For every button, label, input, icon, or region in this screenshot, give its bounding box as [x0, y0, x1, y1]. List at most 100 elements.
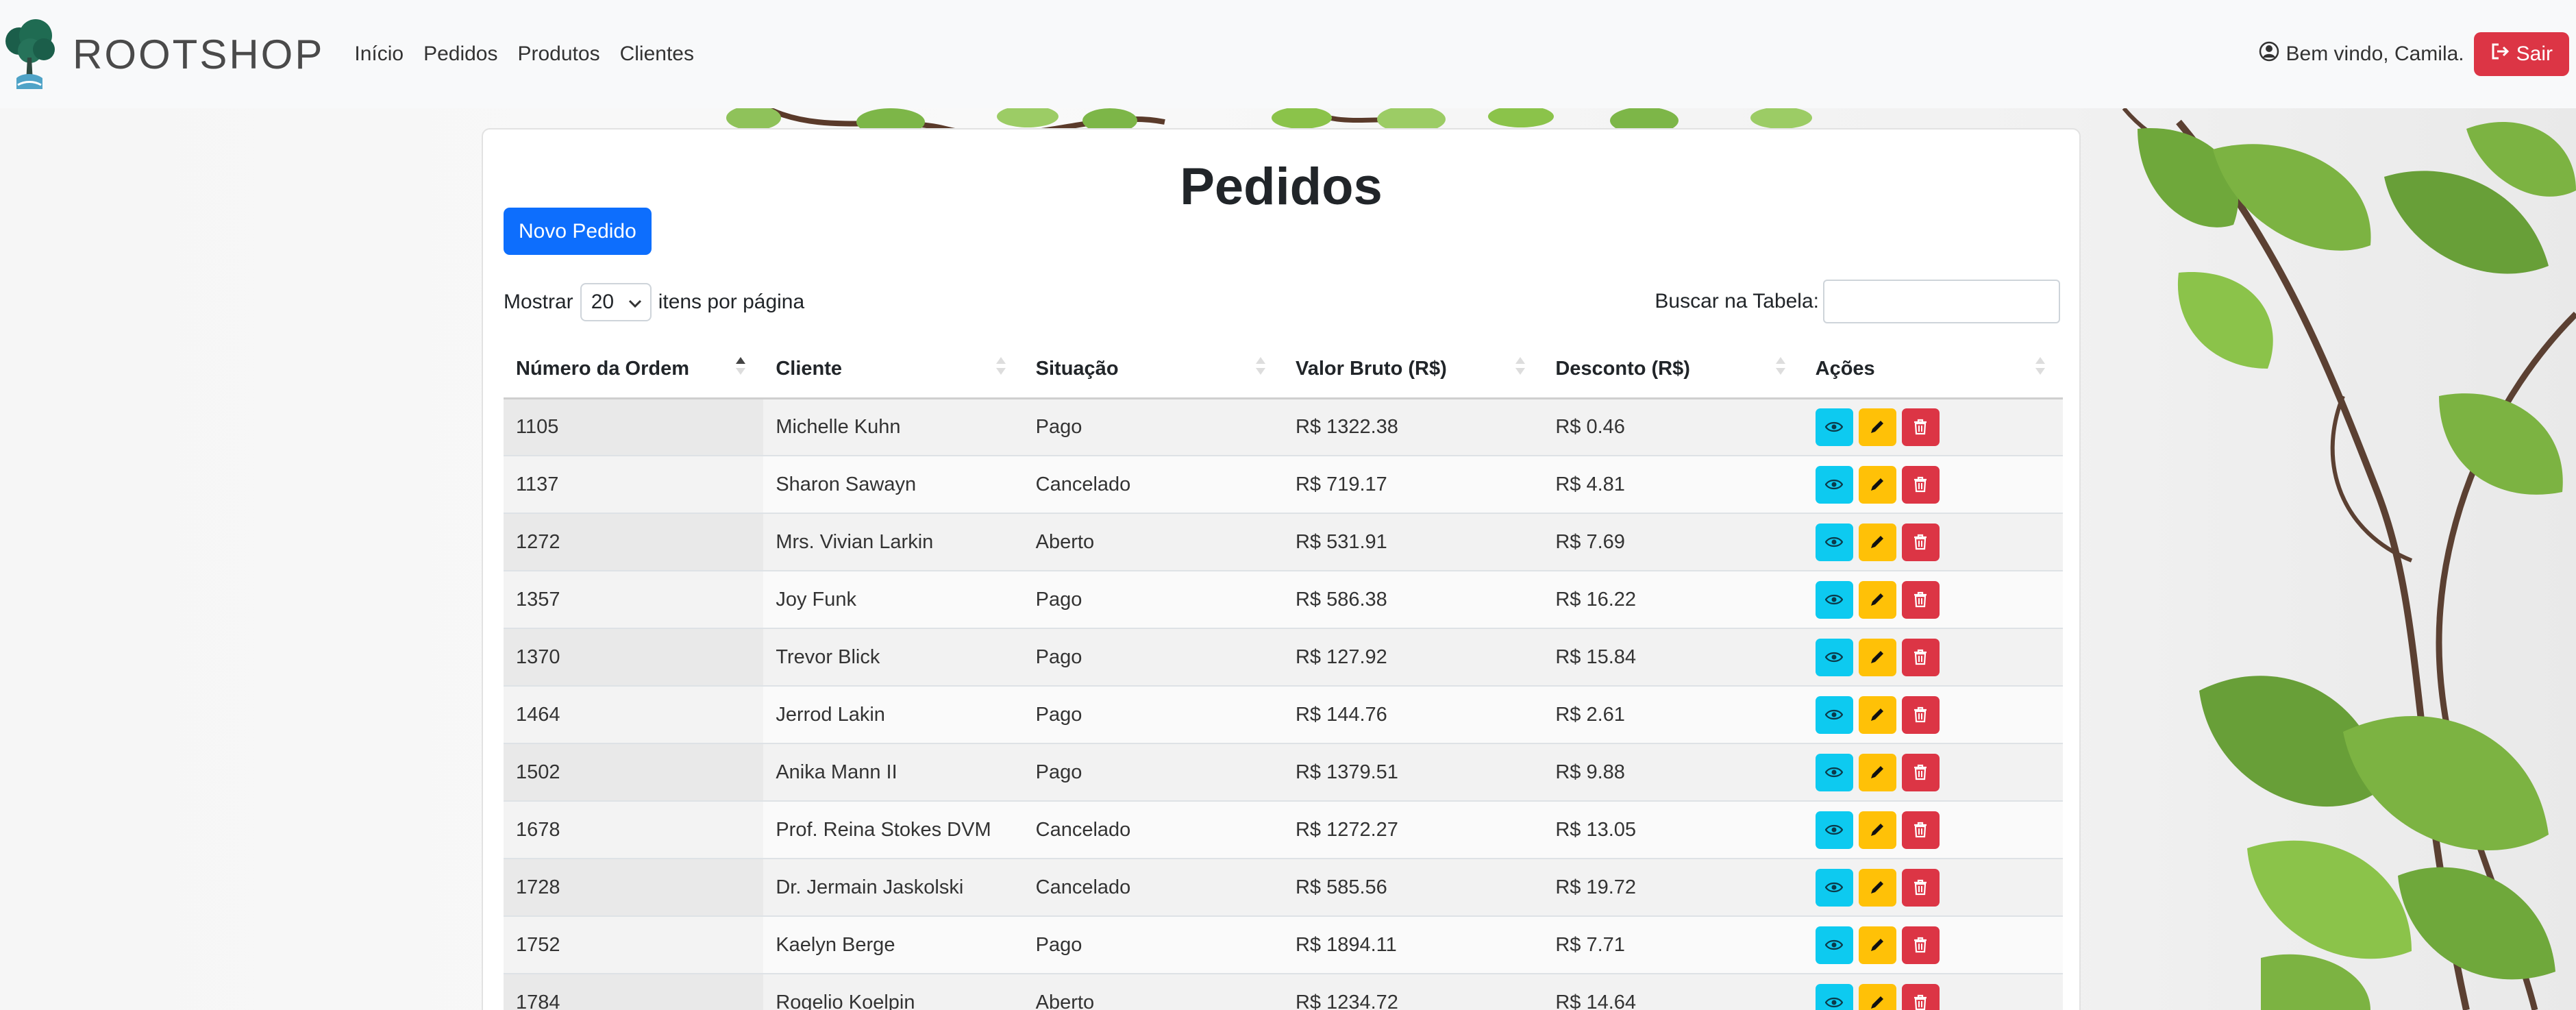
edit-button[interactable] — [1858, 408, 1896, 446]
cell-client: Jerrod Lakin — [763, 686, 1024, 744]
brand[interactable]: ROOTSHOP — [3, 10, 324, 99]
cell-order-number: 1464 — [504, 686, 764, 744]
cell-order-number: 1502 — [504, 743, 764, 802]
edit-button[interactable] — [1858, 868, 1896, 907]
edit-button[interactable] — [1858, 465, 1896, 504]
delete-button[interactable] — [1901, 465, 1940, 504]
cell-order-number: 1137 — [504, 456, 764, 514]
eye-icon — [1825, 652, 1844, 663]
table-row: 1357 Joy Funk Pago R$ 586.38 R$ 16.22 — [504, 571, 2063, 629]
col-header-status[interactable]: Situação — [1023, 341, 1283, 399]
logout-button[interactable]: Sair — [2473, 32, 2569, 76]
delete-button[interactable] — [1901, 638, 1940, 676]
view-button[interactable] — [1815, 811, 1853, 849]
delete-button[interactable] — [1901, 811, 1940, 849]
tree-logo-icon — [3, 10, 56, 99]
edit-button[interactable] — [1858, 983, 1896, 1010]
col-header-actions[interactable]: Ações — [1803, 341, 2063, 399]
view-button[interactable] — [1815, 580, 1853, 619]
view-button[interactable] — [1815, 638, 1853, 676]
edit-button[interactable] — [1858, 753, 1896, 791]
edit-button[interactable] — [1858, 695, 1896, 734]
view-button[interactable] — [1815, 926, 1853, 964]
view-button[interactable] — [1815, 695, 1853, 734]
table-row: 1137 Sharon Sawayn Cancelado R$ 719.17 R… — [504, 456, 2063, 514]
page-length-select[interactable]: 20 — [580, 283, 652, 321]
cell-status: Pago — [1023, 743, 1283, 802]
nav-links: Início Pedidos Produtos Clientes — [354, 42, 714, 66]
view-button[interactable] — [1815, 868, 1853, 907]
cell-order-number: 1728 — [504, 859, 764, 917]
cell-gross-value: R$ 1894.11 — [1283, 916, 1544, 974]
cell-order-number: 1370 — [504, 628, 764, 687]
cell-gross-value: R$ 127.92 — [1283, 628, 1544, 687]
table-row: 1502 Anika Mann II Pago R$ 1379.51 R$ 9.… — [504, 743, 2063, 802]
search-input[interactable] — [1823, 280, 2060, 323]
nav-right: Bem vindo, Camila. Sair — [2259, 32, 2569, 76]
nav-link-clientes[interactable]: Clientes — [620, 42, 694, 66]
view-button[interactable] — [1815, 983, 1853, 1010]
col-header-client[interactable]: Cliente — [763, 341, 1024, 399]
search-label: Buscar na Tabela: — [1655, 290, 1819, 312]
nav-link-inicio[interactable]: Início — [354, 42, 404, 66]
table-header-row: Número da Ordem Cliente Situação Valor B… — [504, 341, 2063, 399]
edit-button[interactable] — [1858, 523, 1896, 561]
cell-discount: R$ 19.72 — [1543, 859, 1803, 917]
table-row: 1105 Michelle Kuhn Pago R$ 1322.38 R$ 0.… — [504, 398, 2063, 456]
sort-icon — [1254, 356, 1267, 382]
table-body: 1105 Michelle Kuhn Pago R$ 1322.38 R$ 0.… — [504, 398, 2063, 1010]
cell-actions — [1803, 801, 2063, 859]
table-row: 1678 Prof. Reina Stokes DVM Cancelado R$… — [504, 801, 2063, 859]
table-row: 1370 Trevor Blick Pago R$ 127.92 R$ 15.8… — [504, 628, 2063, 687]
delete-button[interactable] — [1901, 695, 1940, 734]
cell-status: Cancelado — [1023, 801, 1283, 859]
cell-order-number: 1678 — [504, 801, 764, 859]
trash-icon — [1914, 994, 1927, 1010]
cell-discount: R$ 14.64 — [1543, 974, 1803, 1010]
nav-link-pedidos[interactable]: Pedidos — [423, 42, 497, 66]
delete-button[interactable] — [1901, 580, 1940, 619]
delete-button[interactable] — [1901, 408, 1940, 446]
delete-button[interactable] — [1901, 983, 1940, 1010]
length-prefix: Mostrar — [504, 291, 573, 313]
sort-icon — [1514, 356, 1526, 382]
cell-status: Aberto — [1023, 974, 1283, 1010]
edit-button[interactable] — [1858, 926, 1896, 964]
col-header-order-number[interactable]: Número da Ordem — [504, 341, 764, 399]
new-order-button[interactable]: Novo Pedido — [504, 208, 652, 255]
view-button[interactable] — [1815, 408, 1853, 446]
view-button[interactable] — [1815, 523, 1853, 561]
trash-icon — [1914, 822, 1927, 838]
col-header-gross-value[interactable]: Valor Bruto (R$) — [1283, 341, 1544, 399]
cell-client: Michelle Kuhn — [763, 398, 1024, 456]
col-header-discount[interactable]: Desconto (R$) — [1543, 341, 1803, 399]
edit-button[interactable] — [1858, 580, 1896, 619]
cell-status: Pago — [1023, 398, 1283, 456]
logout-icon — [2490, 42, 2516, 66]
cell-gross-value: R$ 1379.51 — [1283, 743, 1544, 802]
eye-icon — [1825, 594, 1844, 605]
pencil-icon — [1871, 651, 1884, 663]
cell-gross-value: R$ 144.76 — [1283, 686, 1544, 744]
edit-button[interactable] — [1858, 811, 1896, 849]
delete-button[interactable] — [1901, 868, 1940, 907]
delete-button[interactable] — [1901, 753, 1940, 791]
cell-status: Cancelado — [1023, 456, 1283, 514]
nav-link-produtos[interactable]: Produtos — [518, 42, 600, 66]
cell-actions — [1803, 859, 2063, 917]
edit-button[interactable] — [1858, 638, 1896, 676]
delete-button[interactable] — [1901, 926, 1940, 964]
pencil-icon — [1871, 709, 1884, 721]
cell-actions — [1803, 974, 2063, 1010]
cell-discount: R$ 7.69 — [1543, 513, 1803, 571]
pencil-icon — [1871, 824, 1884, 836]
page-length-value: 20 — [591, 291, 615, 313]
page-length-control: Mostrar 20 itens por página — [504, 283, 804, 321]
delete-button[interactable] — [1901, 523, 1940, 561]
trash-icon — [1914, 706, 1927, 723]
view-button[interactable] — [1815, 753, 1853, 791]
view-button[interactable] — [1815, 465, 1853, 504]
cell-order-number: 1272 — [504, 513, 764, 571]
cell-status: Pago — [1023, 571, 1283, 629]
cell-actions — [1803, 628, 2063, 687]
